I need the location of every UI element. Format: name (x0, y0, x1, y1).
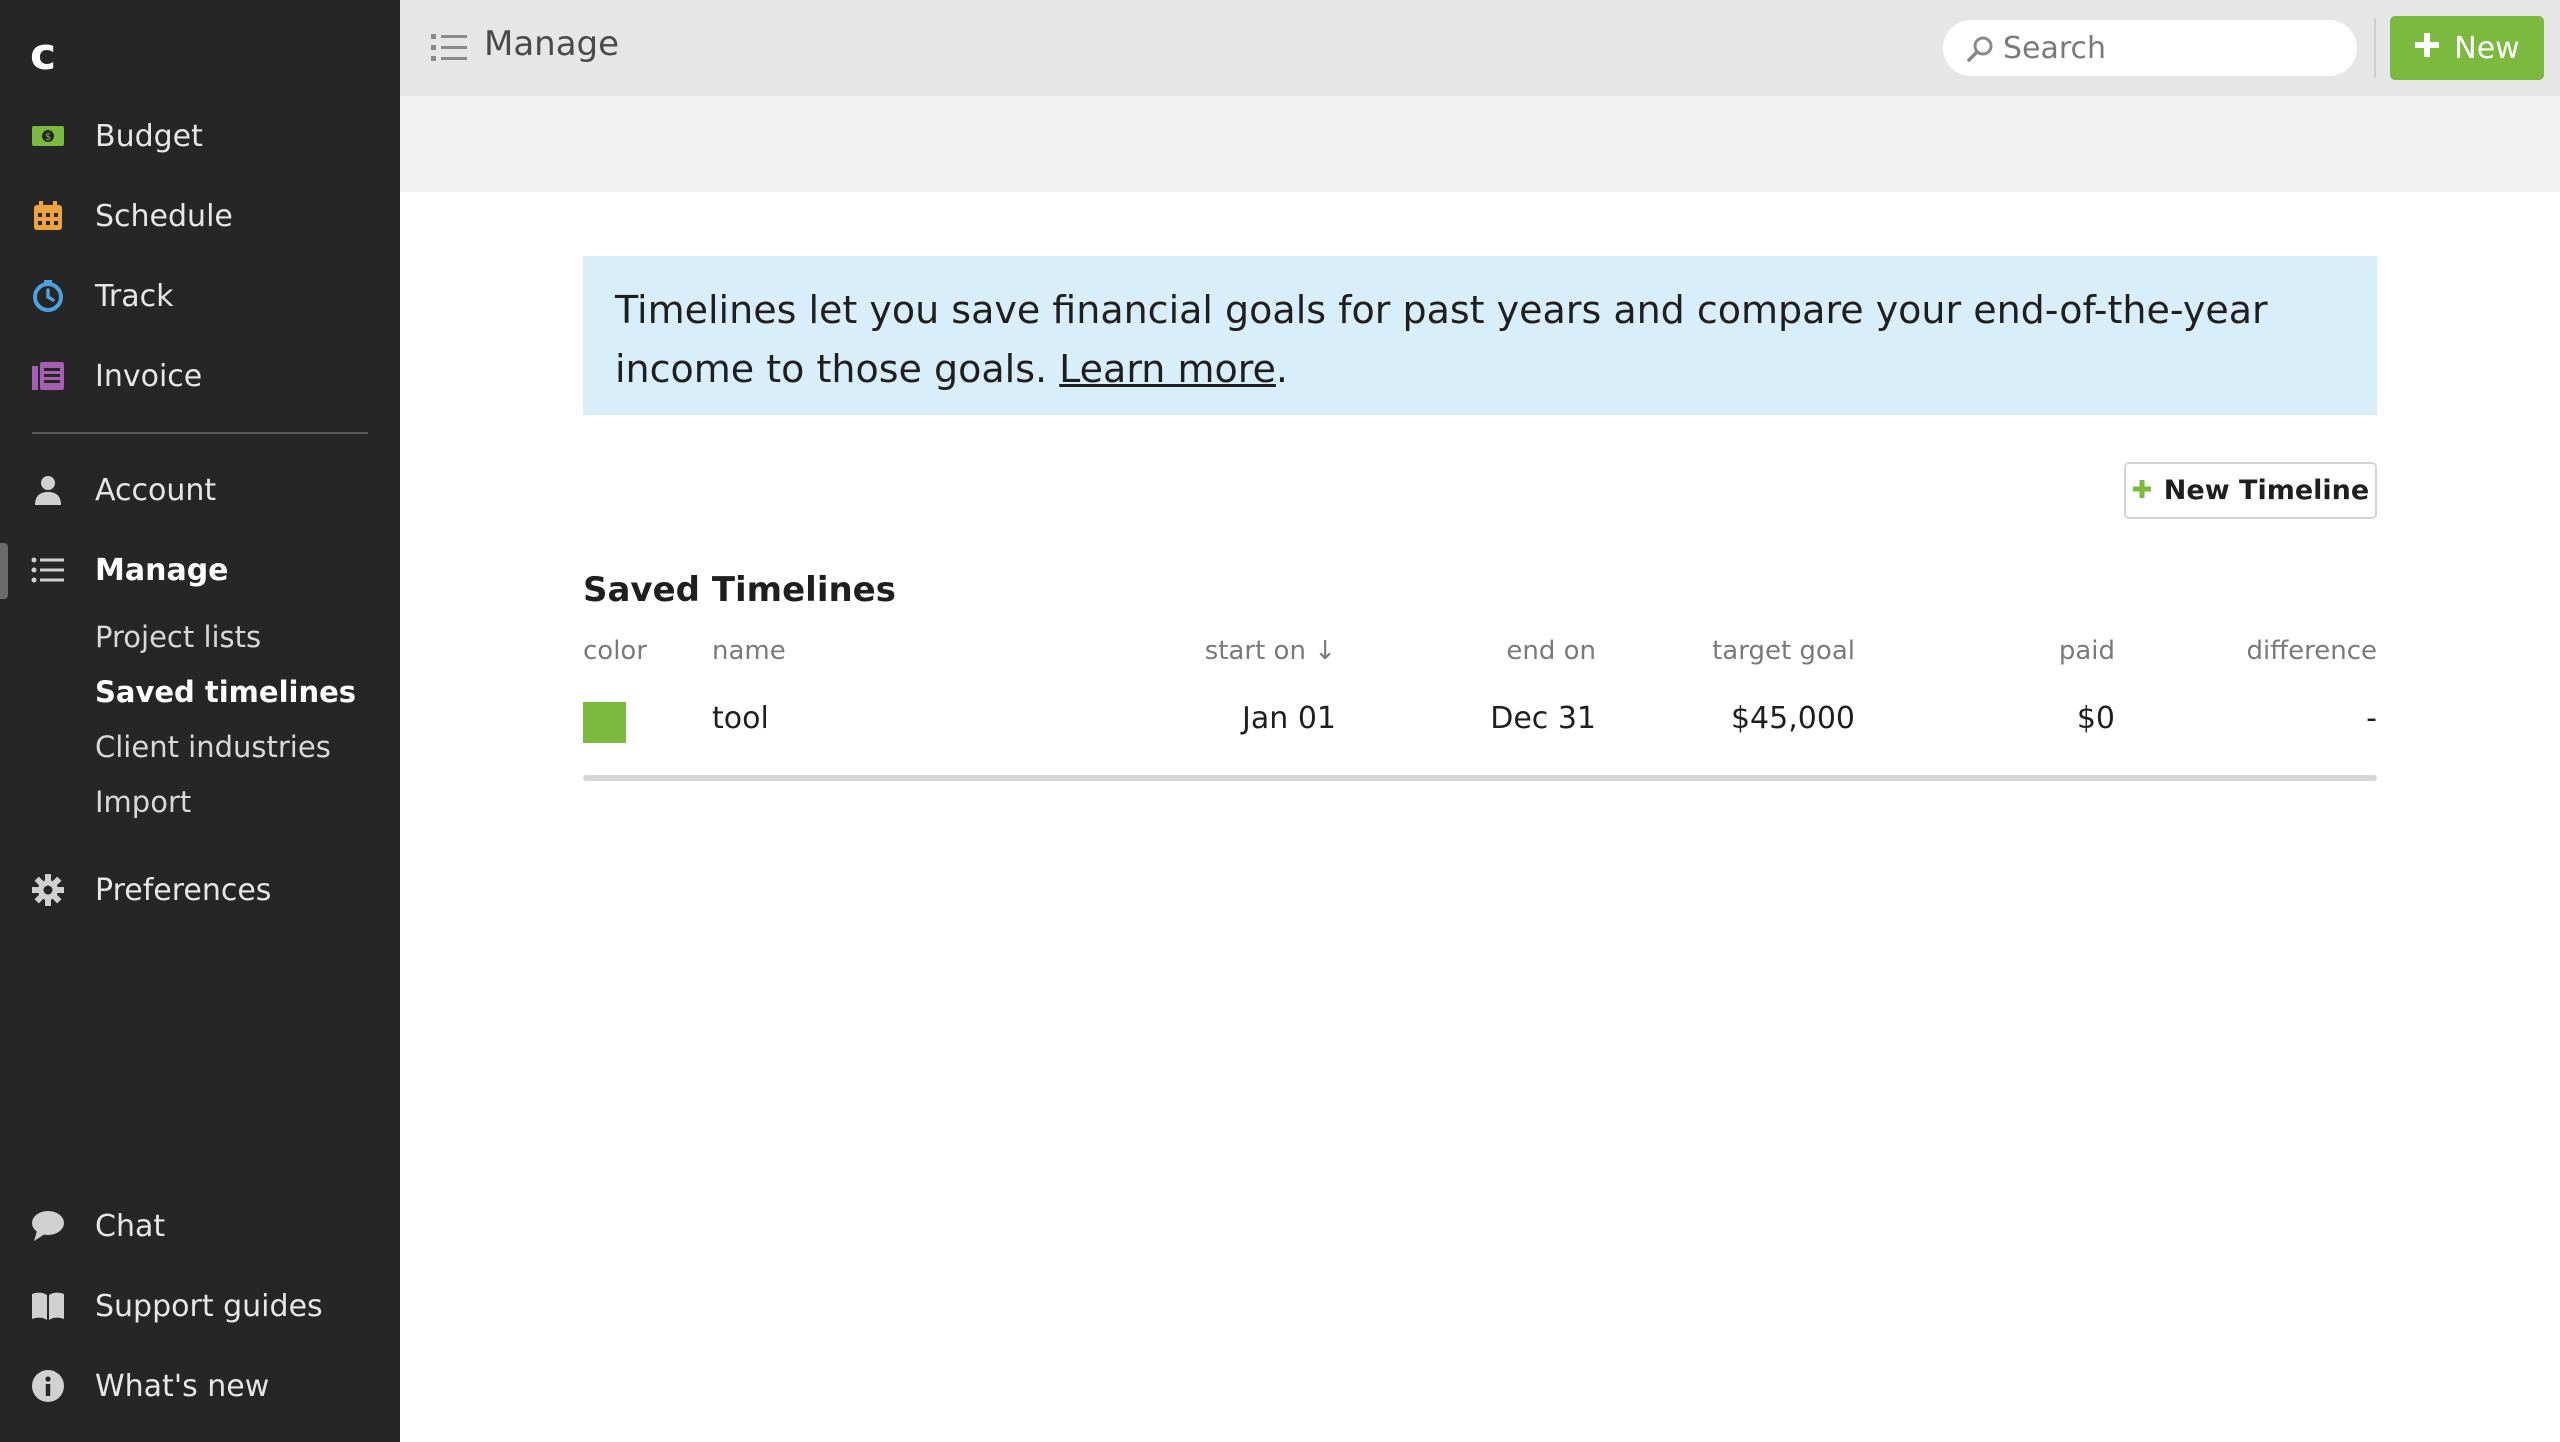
page-title: Manage (484, 24, 620, 64)
subnav-saved-timelines[interactable]: Saved timelines (95, 675, 356, 709)
user-icon (30, 472, 66, 508)
column-header-difference[interactable]: difference (2177, 636, 2377, 666)
nav-label-account: Account (95, 472, 217, 508)
learn-more-link[interactable]: Learn more (1059, 347, 1276, 391)
nav-label-support-guides: Support guides (95, 1288, 323, 1324)
invoice-icon (30, 358, 66, 394)
plus-icon (2132, 475, 2152, 506)
column-header-target-goal[interactable]: target goal (1655, 636, 1855, 666)
subnav-project-lists[interactable]: Project lists (95, 620, 261, 654)
subnav-client-industries[interactable]: Client industries (95, 730, 331, 764)
nav-label-invoice: Invoice (95, 358, 203, 394)
nav-item-account[interactable]: Account (0, 460, 400, 520)
cell-start-on: Jan 01 (1242, 701, 1336, 736)
cell-name[interactable]: tool (712, 701, 769, 736)
new-timeline-label: New Timeline (2163, 475, 2370, 506)
info-banner: Timelines let you save financial goals f… (583, 256, 2377, 415)
cell-end-on: Dec 31 (1490, 701, 1596, 736)
sidebar: c $ Budget Schedule Track Invoice Accoun… (0, 0, 400, 1442)
nav-item-chat[interactable]: Chat (0, 1196, 400, 1256)
nav-label-manage: Manage (95, 552, 229, 588)
cell-paid: $0 (2076, 701, 2115, 736)
chat-icon (30, 1208, 66, 1244)
cell-difference: - (2366, 701, 2377, 736)
topbar-divider (2374, 18, 2376, 78)
book-icon (30, 1288, 66, 1324)
nav-item-manage[interactable]: Manage (0, 540, 400, 600)
nav-label-schedule: Schedule (95, 198, 233, 234)
app-logo[interactable]: c (30, 30, 70, 80)
search-box[interactable] (1943, 20, 2357, 76)
column-header-name[interactable]: name (712, 636, 786, 666)
nav-item-support-guides[interactable]: Support guides (0, 1276, 400, 1336)
nav-item-preferences[interactable]: Preferences (0, 860, 400, 920)
column-header-end-on[interactable]: end on (1396, 636, 1596, 666)
plus-icon (2414, 31, 2440, 66)
nav-label-chat: Chat (95, 1208, 166, 1244)
clock-icon (30, 278, 66, 314)
table-divider (583, 775, 2377, 781)
info-text: Timelines let you save financial goals f… (615, 288, 2268, 391)
list-icon (30, 552, 66, 588)
sidebar-divider (32, 432, 368, 434)
column-header-paid[interactable]: paid (1915, 636, 2115, 666)
search-input[interactable] (2003, 28, 2343, 68)
nav-item-invoice[interactable]: Invoice (0, 346, 400, 406)
cell-target-goal: $45,000 (1730, 701, 1855, 736)
top-bar: Manage New (400, 0, 2560, 96)
gear-icon (30, 872, 66, 908)
list-icon (430, 30, 468, 66)
info-suffix: . (1275, 347, 1288, 391)
subnav-import[interactable]: Import (95, 785, 191, 819)
sub-header (400, 96, 2560, 192)
nav-label-track: Track (95, 278, 174, 314)
new-button[interactable]: New (2390, 16, 2544, 80)
column-header-start-on[interactable]: start on ↓ (1136, 636, 1336, 666)
color-swatch (583, 702, 626, 743)
nav-label-whats-new: What's new (95, 1368, 270, 1404)
nav-item-budget[interactable]: $ Budget (0, 106, 400, 166)
svg-text:$: $ (45, 132, 51, 143)
info-icon (30, 1368, 66, 1404)
new-timeline-button[interactable]: New Timeline (2124, 462, 2377, 519)
budget-icon: $ (30, 118, 66, 154)
nav-item-schedule[interactable]: Schedule (0, 186, 400, 246)
nav-item-track[interactable]: Track (0, 266, 400, 326)
search-icon (1965, 34, 1995, 64)
column-header-color[interactable]: color (583, 636, 647, 666)
calendar-icon (30, 198, 66, 234)
nav-label-preferences: Preferences (95, 872, 272, 908)
nav-item-whats-new[interactable]: What's new (0, 1356, 400, 1416)
section-title: Saved Timelines (583, 570, 896, 610)
nav-label-budget: Budget (95, 118, 203, 154)
new-button-label: New (2454, 30, 2520, 66)
